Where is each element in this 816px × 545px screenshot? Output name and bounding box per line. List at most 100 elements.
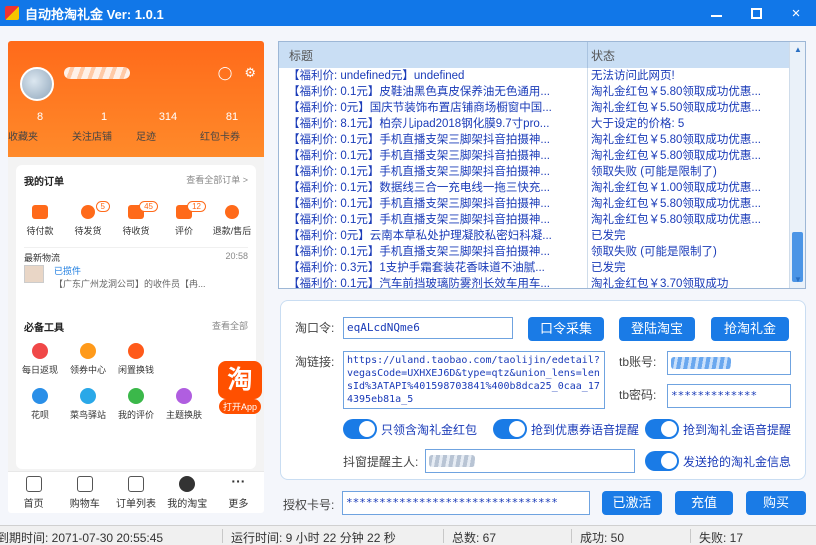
- product-thumbnail: [24, 265, 44, 283]
- auth-card-input[interactable]: ********************************: [342, 491, 590, 515]
- tb-password-input[interactable]: *************: [667, 384, 791, 408]
- count-badge: 5: [95, 201, 110, 212]
- scroll-down-arrow-icon[interactable]: ▼: [790, 272, 805, 288]
- table-row[interactable]: 【福利价: 0.1元】手机直播支架三脚架抖音拍摄神... 领取失败 (可能是限制了…: [279, 164, 790, 180]
- coupon-voice-toggle[interactable]: 抢到优惠券语音提醒: [493, 419, 639, 439]
- app-icon: [5, 6, 19, 20]
- table-row[interactable]: 【福利价: 0.1元】手机直播支架三脚架抖音拍摄神... 淘礼金红包￥5.80领取…: [279, 196, 790, 212]
- row-status: 淘礼金红包￥5.80领取成功优惠...: [591, 134, 761, 146]
- open-taobao-app-button[interactable]: 淘 打开App: [217, 361, 263, 414]
- table-row[interactable]: 【福利价: 0.1元】汽车前挡玻璃防雾剂长效车用车... 淘礼金红包￥3.70领取…: [279, 276, 790, 288]
- user-icon[interactable]: ◯: [218, 65, 233, 81]
- tool-item[interactable]: 我的评价: [112, 388, 160, 421]
- table-row[interactable]: 【福利价: 0元】国庆节装饰布置店铺商场橱窗中国... 淘礼金红包￥5.50领取成…: [279, 100, 790, 116]
- order-refund[interactable]: 退款/售后: [208, 205, 256, 237]
- table-row[interactable]: 【福利价: 0.1元】皮鞋油黑色真皮保养油无色通用... 淘礼金红包￥5.80领取…: [279, 84, 790, 100]
- tool-item[interactable]: 领券中心: [64, 343, 112, 376]
- order-status-row: 待付款 5 待发货 45 待收货 12 评价 退款/售后: [16, 201, 256, 237]
- table-row[interactable]: 【福利价: 0.1元】手机直播支架三脚架抖音拍摄神... 淘礼金红包￥5.80领取…: [279, 212, 790, 228]
- tools-title: 必备工具: [24, 323, 64, 334]
- blurred-account: [671, 357, 731, 369]
- more-dots-icon: ···: [231, 473, 246, 489]
- column-title-header[interactable]: 标题: [279, 42, 588, 68]
- login-taobao-button[interactable]: 登陆淘宝: [619, 317, 695, 341]
- view-all-tools-link[interactable]: 查看全部: [212, 319, 248, 332]
- tb-account-input[interactable]: [667, 351, 791, 375]
- row-status: 淘礼金红包￥5.50领取成功优惠...: [591, 102, 761, 114]
- tool-item[interactable]: 闲置换钱: [112, 343, 160, 376]
- avatar[interactable]: [20, 67, 54, 101]
- only-redpacket-toggle[interactable]: 只领含淘礼金红包: [343, 419, 477, 439]
- stat-coupons[interactable]: 81 红包卡券: [200, 111, 264, 143]
- tab-more[interactable]: ··· 更多: [213, 472, 264, 513]
- minimize-button[interactable]: [696, 0, 736, 26]
- profile-icon: [179, 476, 196, 492]
- order-pending-payment[interactable]: 待付款: [16, 205, 64, 237]
- row-status: 领取失败 (可能是限制了): [591, 166, 717, 178]
- order-pending-receipt[interactable]: 45 待收货: [112, 201, 160, 237]
- tool-icon: [128, 388, 144, 404]
- bottom-tabbar: 首页 购物车 订单列表 我的淘宝 ··· 更多: [8, 471, 264, 513]
- tool-item[interactable]: 花呗: [16, 388, 64, 421]
- table-row[interactable]: 【福利价: 0.1元】数据线三合一充电线一拖三快充... 淘礼金红包￥1.00领取…: [279, 180, 790, 196]
- gear-icon[interactable]: ⚙: [244, 65, 256, 81]
- tab-home[interactable]: 首页: [8, 472, 59, 513]
- activated-button[interactable]: 已激活: [602, 491, 662, 515]
- popup-owner-input[interactable]: [425, 449, 635, 473]
- row-status: 淘礼金红包￥5.80领取成功优惠...: [591, 214, 761, 226]
- tab-my-taobao[interactable]: 我的淘宝: [162, 472, 213, 513]
- row-status: 大于设定的价格: 5: [591, 118, 685, 130]
- close-button[interactable]: ×: [776, 0, 816, 26]
- kouling-input[interactable]: eqALcdNQme6: [343, 317, 513, 339]
- row-title: 【福利价: 0.1元】手机直播支架三脚架抖音拍摄神...: [279, 164, 588, 180]
- send-info-toggle[interactable]: 发送抢的淘礼金信息: [645, 451, 791, 471]
- table-row[interactable]: 【福利价: 0.1元】手机直播支架三脚架抖音拍摄神... 淘礼金红包￥5.80领取…: [279, 148, 790, 164]
- table-row[interactable]: 【福利价: undefined元】undefined 无法访问此网页!: [279, 68, 790, 84]
- tool-icon: [128, 343, 144, 359]
- order-review[interactable]: 12 评价: [160, 201, 208, 237]
- taolijin-voice-toggle[interactable]: 抢到淘礼金语音提醒: [645, 419, 791, 439]
- order-pending-shipment[interactable]: 5 待发货: [64, 201, 112, 237]
- orders-card: 我的订单 查看全部订单 > 待付款 5 待发货 45 待收货 12 评价 退款/售后 …: [16, 165, 256, 335]
- refund-icon: [225, 205, 239, 219]
- scroll-up-arrow-icon[interactable]: ▲: [790, 42, 805, 58]
- tab-orders[interactable]: 订单列表: [110, 472, 161, 513]
- collect-kouling-button[interactable]: 口令采集: [528, 317, 604, 341]
- view-all-orders-link[interactable]: 查看全部订单 >: [186, 173, 248, 186]
- tab-cart[interactable]: 购物车: [59, 472, 110, 513]
- table-row[interactable]: 【福利价: 0.3元】1支护手霜套装花香味道不油腻... 已发完: [279, 260, 790, 276]
- latest-logistics[interactable]: 最新物流 20:58 已揽件 【广东广州龙洞公司】的收件员【冉...: [24, 247, 248, 289]
- tool-item: [160, 343, 208, 376]
- logistics-message: 【广东广州龙洞公司】的收件员【冉...: [54, 279, 206, 289]
- column-status-header[interactable]: 状态: [588, 47, 615, 64]
- row-title: 【福利价: 0.1元】手机直播支架三脚架抖音拍摄神...: [279, 148, 588, 164]
- stat-favorites[interactable]: 8 收藏夹: [8, 111, 72, 143]
- table-row[interactable]: 【福利价: 8.1元】柏奈儿ipad2018钢化膜9.7寸pro... 大于设定的…: [279, 116, 790, 132]
- recharge-button[interactable]: 充值: [675, 491, 733, 515]
- tool-icon: [80, 343, 96, 359]
- popup-owner-label: 抖窗提醒主人:: [343, 455, 419, 469]
- grab-taolijin-button[interactable]: 抢淘礼金: [711, 317, 789, 341]
- tool-item[interactable]: 主题换肤: [160, 388, 208, 421]
- tool-icon: [32, 388, 48, 404]
- link-label: 淘链接:: [295, 355, 335, 369]
- stat-footprints[interactable]: 314 足迹: [136, 111, 200, 143]
- profile-header: ◯ ⚙ 8 收藏夹 1 关注店铺 314 足迹 81 红包卡券: [8, 41, 264, 157]
- stat-followed-shops[interactable]: 1 关注店铺: [72, 111, 136, 143]
- table-row[interactable]: 【福利价: 0.1元】手机直播支架三脚架抖音拍摄神... 淘礼金红包￥5.80领取…: [279, 132, 790, 148]
- table-row[interactable]: 【福利价: 0元】云南本草私处护理凝胶私密妇科凝... 已发完: [279, 228, 790, 244]
- controls-panel: 淘口令: eqALcdNQme6 口令采集 登陆淘宝 抢淘礼金 淘链接: htt…: [280, 300, 806, 480]
- header-icons: ◯ ⚙: [218, 65, 256, 81]
- clipboard-icon: [128, 476, 144, 492]
- tool-item[interactable]: 每日返现: [16, 343, 64, 376]
- row-status: 淘礼金红包￥5.80领取成功优惠...: [591, 198, 761, 210]
- results-table[interactable]: 标题 状态 【福利价: undefined元】undefined 无法访问此网页!…: [278, 41, 806, 289]
- logistics-status: 已揽件: [54, 266, 82, 276]
- link-textarea[interactable]: https://uland.taobao.com/taolijin/edetai…: [343, 351, 605, 409]
- count-badge: 45: [139, 201, 158, 212]
- tool-item[interactable]: 菜鸟驿站: [64, 388, 112, 421]
- table-scrollbar[interactable]: ▲ ▼: [789, 42, 805, 288]
- table-row[interactable]: 【福利价: 0.1元】手机直播支架三脚架抖音拍摄神... 领取失败 (可能是限制了…: [279, 244, 790, 260]
- maximize-button[interactable]: [736, 0, 776, 26]
- buy-button[interactable]: 购买: [746, 491, 806, 515]
